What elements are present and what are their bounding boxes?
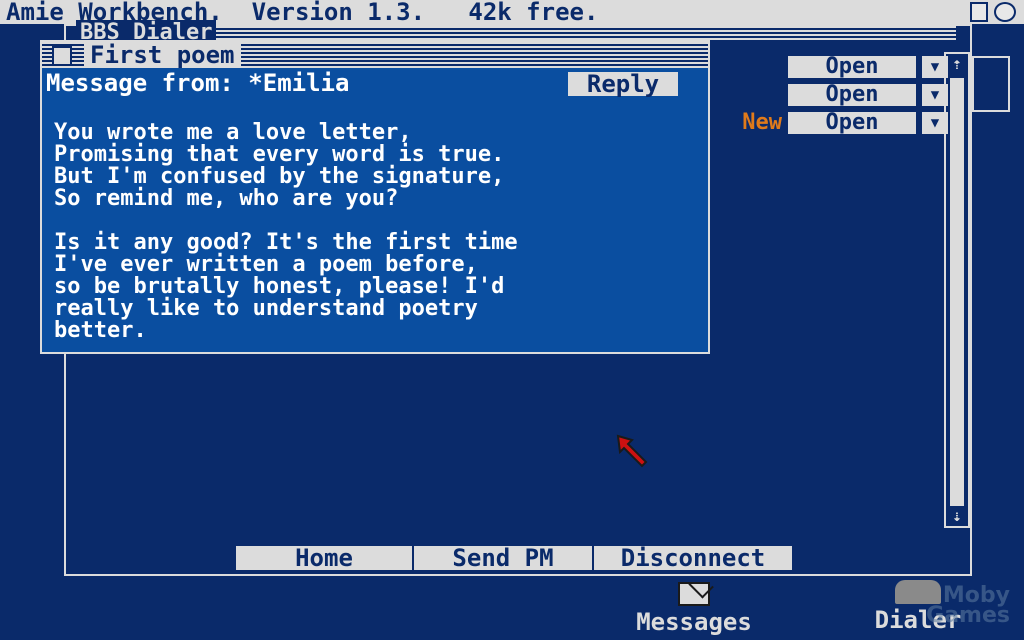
message-body: You wrote me a love letter, Promising th… — [54, 120, 518, 343]
scroll-thumb[interactable] — [950, 78, 964, 506]
message-title-bar[interactable]: First poem — [42, 42, 708, 68]
dialer-row-2: Open ▼ — [718, 84, 948, 106]
side-panel — [972, 56, 1010, 112]
dialer-row-3: New Open ▼ — [718, 112, 948, 134]
message-title: First poem — [84, 42, 241, 68]
reply-button[interactable]: Reply — [568, 72, 678, 96]
dialer-row-1: Open ▼ — [718, 56, 948, 78]
watermark: Moby Games — [926, 585, 1010, 628]
open-button[interactable]: Open — [788, 56, 916, 78]
message-window: First poem Message from: *Emilia Reply Y… — [40, 40, 710, 354]
dialer-title-bar[interactable]: BBS Dialer — [76, 20, 956, 45]
new-status-label: New — [742, 110, 782, 135]
open-button[interactable]: Open — [788, 84, 916, 106]
disconnect-button[interactable]: Disconnect — [594, 546, 792, 570]
message-sender: Message from: *Emilia — [46, 69, 350, 97]
title-gadgets — [966, 0, 1024, 24]
close-icon[interactable] — [52, 46, 72, 66]
mouse-pointer-icon — [616, 434, 648, 468]
home-button[interactable]: Home — [236, 546, 412, 570]
watermark-line2: Games — [926, 603, 1010, 628]
dialer-action-bar: Home Send PM Disconnect — [236, 546, 792, 570]
circle-gadget-icon[interactable] — [994, 2, 1016, 22]
open-button[interactable]: Open — [788, 112, 916, 134]
vertical-scrollbar[interactable]: ⇡ ⇣ — [944, 52, 970, 528]
send-pm-button[interactable]: Send PM — [414, 546, 592, 570]
depth-gadget-icon[interactable] — [970, 2, 988, 22]
envelope-icon — [678, 582, 710, 606]
messages-desktop-icon[interactable]: Messages — [616, 582, 772, 634]
scroll-down-icon[interactable]: ⇣ — [946, 506, 968, 526]
scroll-up-icon[interactable]: ⇡ — [946, 54, 968, 74]
messages-icon-label: Messages — [636, 608, 752, 636]
